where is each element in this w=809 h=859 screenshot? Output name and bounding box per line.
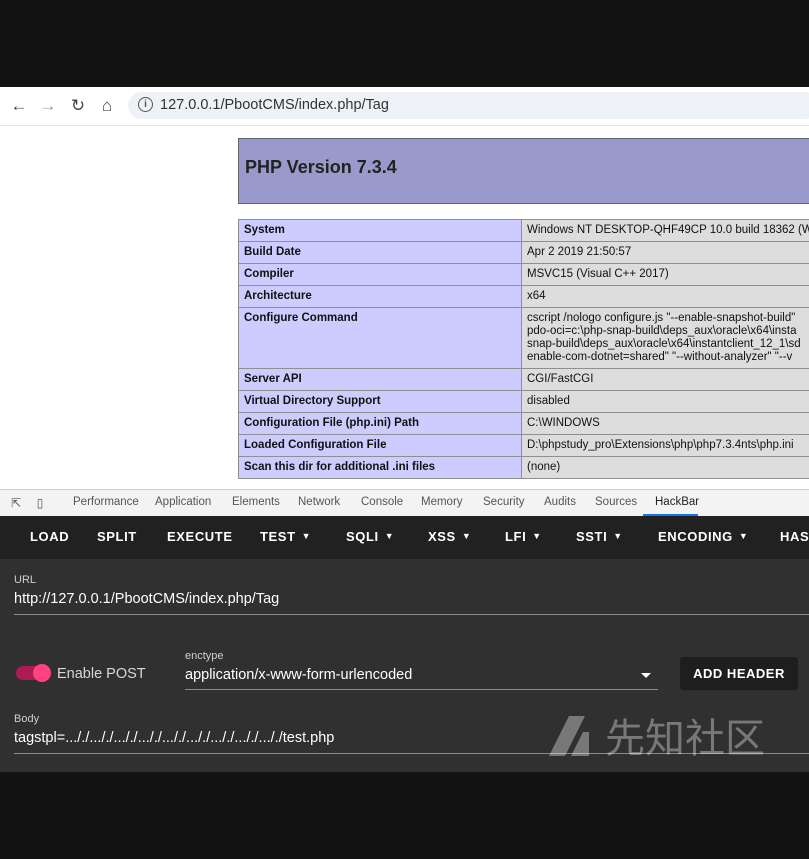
add-header-button[interactable]: ADD HEADER [680,657,798,690]
row-value: x64 [521,285,809,308]
toggle-thumb[interactable] [33,664,51,682]
xss-menu[interactable]: XSS ▼ [428,529,471,544]
phpinfo-page: PHP Version 7.3.4 System Windows NT DESKT… [238,138,809,479]
split-button[interactable]: SPLIT [97,529,137,544]
caret-down-icon: ▼ [738,531,749,541]
device-toolbar-icon[interactable]: ▯ [33,496,47,510]
url-input-underline [14,614,809,615]
enctype-underline [185,689,658,690]
test-menu[interactable]: TEST ▼ [260,529,311,544]
encoding-menu[interactable]: ENCODING ▼ [658,529,748,544]
row-key: Scan this dir for additional .ini files [238,456,522,479]
table-row: System Windows NT DESKTOP-QHF49CP 10.0 bu… [238,219,809,242]
row-value: disabled [521,390,809,413]
url-label: URL [14,574,37,586]
url-omnibox[interactable]: i 127.0.0.1/PbootCMS/index.php/Tag [128,92,809,119]
tab-memory[interactable]: Memory [421,496,463,508]
inspect-element-icon[interactable]: ⇱ [9,496,23,510]
back-arrow-icon[interactable]: ← [9,96,29,116]
url-input[interactable]: http://127.0.0.1/PbootCMS/index.php/Tag [14,591,279,607]
tab-performance[interactable]: Performance [73,496,139,508]
configure-line: snap-build\deps_aux\oracle\x64\instantcl… [527,338,801,350]
tab-security[interactable]: Security [483,496,525,508]
devtools-tabbar: ⇱ ▯ Performance Application Elements Net… [0,489,809,517]
phpinfo-table: System Windows NT DESKTOP-QHF49CP 10.0 bu… [238,219,809,479]
enctype-select[interactable]: application/x-www-form-urlencoded [185,667,412,683]
xianzhi-logo-icon [549,716,589,756]
table-row: Virtual Directory Support disabled [238,390,809,413]
ssti-menu[interactable]: SSTI ▼ [576,529,623,544]
table-row: Configure Command cscript /nologo config… [238,307,809,369]
configure-line: cscript /nologo configure.js "--enable-s… [527,312,796,324]
row-value: CGI/FastCGI [521,368,809,391]
php-version-header: PHP Version 7.3.4 [238,138,809,204]
body-input[interactable]: tagstpl=..././..././..././..././..././..… [14,730,334,746]
row-key: System [238,219,522,242]
configure-line: enable-com-dotnet=shared" "--without-ana… [527,351,793,363]
table-row: Architecture x64 [238,285,809,308]
row-value: Apr 2 2019 21:50:57 [521,241,809,264]
row-value: (none) [521,456,809,479]
tab-elements[interactable]: Elements [232,496,280,508]
caret-down-icon: ▼ [461,531,472,541]
address-bar: ← → ↻ ⌂ i 127.0.0.1/PbootCMS/index.php/T… [0,87,809,126]
caret-down-icon: ▼ [613,531,623,541]
row-value: MSVC15 (Visual C++ 2017) [521,263,809,286]
row-key: Server API [238,368,522,391]
row-key: Compiler [238,263,522,286]
table-row: Build Date Apr 2 2019 21:50:57 [238,241,809,264]
row-key: Loaded Configuration File [238,434,522,457]
row-key: Build Date [238,241,522,264]
table-row: Server API CGI/FastCGI [238,368,809,391]
execute-button[interactable]: EXECUTE [167,529,233,544]
table-row: Loaded Configuration File D:\phpstudy_pro… [238,434,809,457]
table-row: Scan this dir for additional .ini files(… [238,456,809,479]
xianzhi-watermark: 先知社区 [545,712,765,766]
reload-icon[interactable]: ↻ [68,96,88,116]
body-label: Body [14,713,40,725]
row-value: D:\phpstudy_pro\Extensions\php\php7.3.4n… [521,434,809,457]
caret-down-icon: ▼ [301,531,312,541]
table-row: Configuration File (php.ini) Path C:\WIND… [238,412,809,435]
tab-console[interactable]: Console [361,496,403,508]
home-icon[interactable]: ⌂ [97,96,117,116]
row-value: Windows NT DESKTOP-QHF49CP 10.0 build 18… [521,219,809,242]
enable-post-label: Enable POST [57,666,146,682]
sqli-menu[interactable]: SQLI ▼ [346,529,394,544]
configure-line: pdo-oci=c:\php-snap-build\deps_aux\oracl… [527,325,797,337]
row-key: Virtual Directory Support [238,390,522,413]
tab-hackbar[interactable]: HackBar [655,496,699,508]
row-value: C:\WINDOWS [521,412,809,435]
tab-application[interactable]: Application [155,496,211,508]
load-button[interactable]: LOAD [30,529,69,544]
row-value: cscript /nologo configure.js "--enable-s… [521,307,809,369]
tab-network[interactable]: Network [298,496,340,508]
bottom-letterbox [0,772,809,859]
forward-arrow-icon[interactable]: → [38,96,58,116]
hackbar-toolbar: LOAD SPLIT EXECUTE TEST ▼ SQLI ▼ XSS ▼ LFI ▼… [0,516,809,559]
hash-menu[interactable]: HAS [780,529,809,544]
tab-audits[interactable]: Audits [544,496,576,508]
watermark-text: 先知社区 [605,717,765,761]
row-key: Configure Command [238,307,522,369]
caret-down-icon: ▼ [384,531,395,541]
top-letterbox [0,0,809,87]
site-info-icon[interactable]: i [138,97,153,112]
enctype-label: enctype [185,650,224,662]
row-key: Configuration File (php.ini) Path [238,412,522,435]
row-key: Architecture [238,285,522,308]
tab-sources[interactable]: Sources [595,496,637,508]
hackbar-panel: LOAD SPLIT EXECUTE TEST ▼ SQLI ▼ XSS ▼ LFI ▼… [0,516,809,772]
url-text: 127.0.0.1/PbootCMS/index.php/Tag [160,97,389,113]
table-row: Compiler MSVC15 (Visual C++ 2017) [238,263,809,286]
select-arrow-icon[interactable] [641,673,651,678]
caret-down-icon: ▼ [532,531,542,541]
php-version-title: PHP Version 7.3.4 [245,157,397,177]
lfi-menu[interactable]: LFI ▼ [505,529,542,544]
